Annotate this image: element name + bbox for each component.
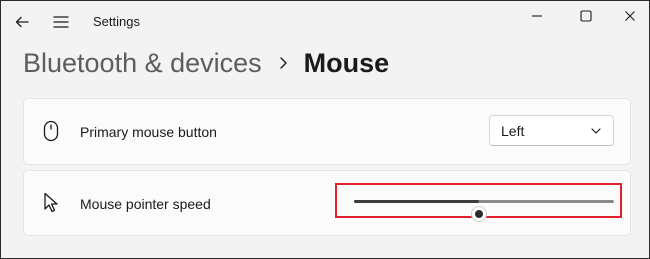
mouse-icon <box>41 118 61 144</box>
pointer-speed-slider[interactable] <box>354 200 614 221</box>
maximize-button[interactable] <box>563 1 609 31</box>
slider-highlight-box <box>335 183 622 221</box>
dropdown-selected-value: Left <box>501 123 525 139</box>
slider-thumb[interactable] <box>471 207 486 221</box>
minimize-button[interactable] <box>514 1 560 31</box>
maximize-icon <box>580 10 592 22</box>
chevron-down-icon <box>591 128 601 134</box>
primary-mouse-button-dropdown[interactable]: Left <box>489 115 614 146</box>
mouse-pointer-icon <box>41 190 61 216</box>
hamburger-menu-icon <box>53 16 69 28</box>
navigation-menu-button[interactable] <box>48 9 74 35</box>
app-title: Settings <box>93 14 140 29</box>
slider-fill <box>354 200 479 203</box>
page-title: Mouse <box>303 47 390 78</box>
settings-window: Settings Bluetooth & devices Mouse Prima… <box>0 0 650 259</box>
title-bar: Settings <box>1 1 649 41</box>
close-button[interactable] <box>607 1 650 31</box>
breadcrumb: Bluetooth & devices Mouse <box>23 43 389 83</box>
back-button[interactable] <box>9 9 35 35</box>
chevron-right-icon <box>278 43 288 83</box>
mouse-pointer-speed-setting: Mouse pointer speed <box>23 170 631 236</box>
breadcrumb-parent-link[interactable]: Bluetooth & devices <box>23 48 262 79</box>
primary-mouse-button-setting: Primary mouse button Left <box>23 98 631 165</box>
mouse-pointer-speed-label: Mouse pointer speed <box>80 196 211 212</box>
close-icon <box>625 11 635 21</box>
back-arrow-icon <box>15 16 29 28</box>
minimize-icon <box>532 15 542 17</box>
slider-thumb-center <box>474 210 483 218</box>
primary-mouse-button-label: Primary mouse button <box>80 124 217 140</box>
